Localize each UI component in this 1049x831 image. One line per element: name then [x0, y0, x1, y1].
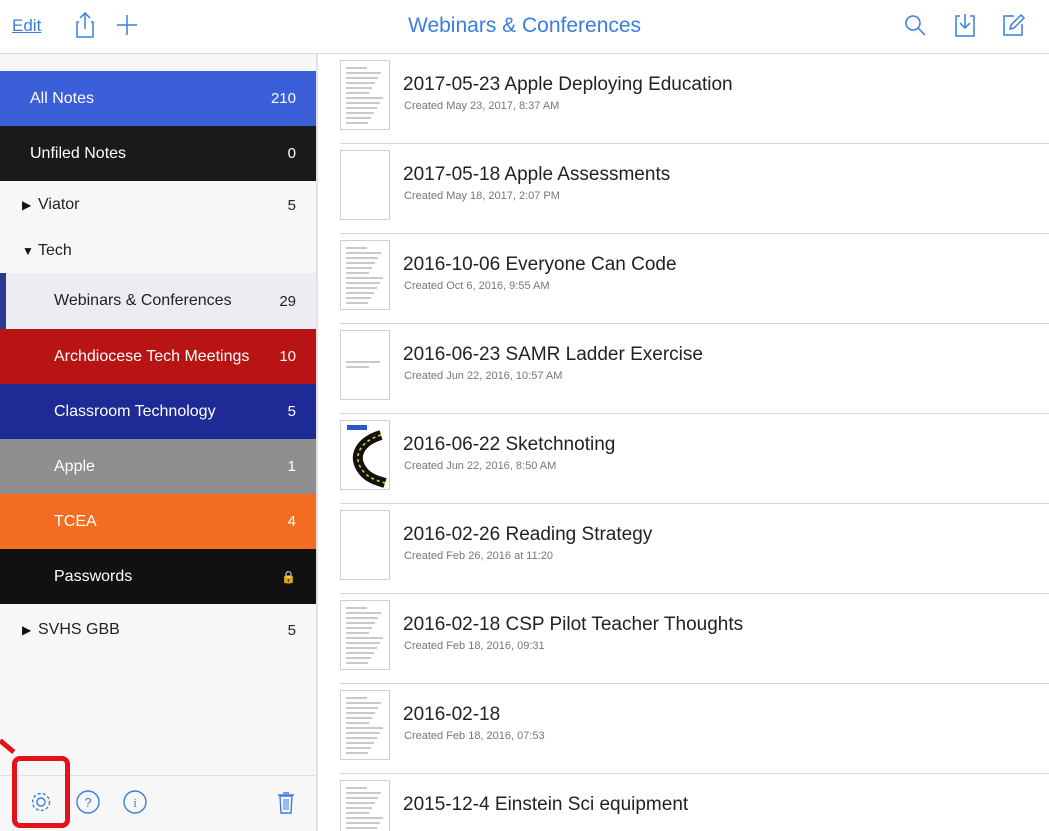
- sidebar-group-viator[interactable]: ▶ Viator 5: [0, 181, 316, 229]
- note-list-item[interactable]: 2017-05-23 Apple Deploying Education Crea…: [340, 54, 1049, 144]
- note-title: 2015-12-4 Einstein Sci equipment: [403, 794, 689, 815]
- note-thumbnail: [340, 420, 390, 490]
- sidebar-item-webinars-conferences[interactable]: Webinars & Conferences 29: [0, 273, 316, 329]
- note-thumbnail: [340, 600, 390, 670]
- disclosure-right-icon[interactable]: ▶: [22, 198, 38, 212]
- note-list-item[interactable]: 2016-06-22 Sketchnoting Created Jun 22, 2…: [340, 414, 1049, 504]
- note-title: 2017-05-23 Apple Deploying Education: [403, 74, 733, 95]
- info-icon[interactable]: i: [121, 788, 149, 816]
- note-thumbnail: [340, 330, 390, 400]
- sidebar-item-count: 4: [287, 513, 296, 530]
- sidebar-item-label: Viator: [38, 196, 80, 213]
- note-title: 2016-06-23 SAMR Ladder Exercise: [403, 344, 703, 365]
- sidebar-item-count: 5: [287, 621, 296, 639]
- sidebar-item-count: 210: [270, 90, 296, 107]
- note-list-item[interactable]: 2016-06-23 SAMR Ladder Exercise Created J…: [340, 324, 1049, 414]
- note-title: 2017-05-18 Apple Assessments: [403, 164, 671, 185]
- svg-text:?: ?: [84, 795, 91, 810]
- help-icon[interactable]: ?: [74, 788, 102, 816]
- top-toolbar: Edit Webinars & Conferences: [0, 0, 1049, 54]
- note-list: 2017-05-23 Apple Deploying Education Crea…: [320, 54, 1049, 831]
- sidebar-item-label: Apple: [54, 457, 95, 475]
- note-created-date: Created Jun 22, 2016, 8:50 AM: [404, 460, 557, 472]
- note-title: 2016-02-18: [403, 704, 501, 725]
- share-icon[interactable]: [70, 10, 100, 40]
- sidebar-item-count: 0: [287, 145, 296, 162]
- note-created-date: Created Oct 6, 2016, 9:55 AM: [404, 280, 550, 292]
- annotation-highlight-box: [12, 756, 70, 828]
- sidebar-item-label: Passwords: [54, 567, 133, 585]
- note-list-item[interactable]: 2016-02-26 Reading Strategy Created Feb 2…: [340, 504, 1049, 594]
- sidebar-item-count: 5: [287, 403, 296, 420]
- sidebar-item-label: Unfiled Notes: [30, 144, 127, 162]
- sidebar-item-unfiled-notes[interactable]: Unfiled Notes 0: [0, 126, 316, 181]
- note-thumbnail: [340, 510, 390, 580]
- sidebar-item-label: Webinars & Conferences: [54, 292, 232, 309]
- note-thumbnail: [340, 690, 390, 760]
- sidebar-item-tcea[interactable]: TCEA 4: [0, 494, 316, 549]
- lock-icon: 🔒: [281, 569, 296, 584]
- sidebar-item-label: All Notes: [30, 89, 95, 107]
- import-icon[interactable]: [950, 10, 980, 40]
- note-thumbnail: [340, 150, 390, 220]
- note-created-date: Created Feb 26, 2016 at 11:20: [404, 550, 554, 562]
- edit-button[interactable]: Edit: [12, 16, 41, 36]
- note-list-item[interactable]: 2017-05-18 Apple Assessments Created May …: [340, 144, 1049, 234]
- selection-indicator: [0, 273, 6, 329]
- page-title: Webinars & Conferences: [408, 14, 642, 37]
- note-created-date: Created Jun 22, 2016, 10:57 AM: [404, 370, 563, 382]
- note-thumbnail: [340, 60, 390, 130]
- sidebar-item-count: 29: [279, 292, 296, 310]
- disclosure-down-icon[interactable]: ▼: [22, 244, 38, 258]
- note-title: 2016-02-26 Reading Strategy: [403, 524, 653, 545]
- sidebar-item-label: Tech: [38, 242, 72, 259]
- note-created-date: Created May 18, 2017, 2:07 PM: [404, 190, 560, 202]
- sidebar-item-count: 5: [287, 196, 296, 214]
- svg-text:i: i: [133, 795, 137, 810]
- plus-icon[interactable]: [112, 10, 142, 40]
- sidebar-item-label: TCEA: [54, 512, 97, 530]
- note-title: 2016-10-06 Everyone Can Code: [403, 254, 677, 275]
- note-created-date: Created Feb 18, 2016, 07:53: [404, 730, 545, 742]
- note-created-date: Created May 23, 2017, 8:37 AM: [404, 100, 560, 112]
- sidebar-item-label: SVHS GBB: [38, 621, 120, 638]
- sidebar-group-tech[interactable]: ▼ Tech: [0, 229, 316, 273]
- note-thumbnail: [340, 240, 390, 310]
- note-list-item[interactable]: 2016-02-18 Created Feb 18, 2016, 07:53: [340, 684, 1049, 774]
- note-title: 2016-02-18 CSP Pilot Teacher Thoughts: [403, 614, 744, 635]
- sidebar-group-svhs-gbb[interactable]: ▶ SVHS GBB 5: [0, 604, 316, 656]
- sidebar-item-passwords[interactable]: Passwords 🔒: [0, 549, 316, 604]
- trash-icon[interactable]: [272, 788, 300, 816]
- note-list-item[interactable]: 2015-12-4 Einstein Sci equipment: [340, 774, 1049, 831]
- sidebar-item-count: 10: [279, 348, 296, 365]
- sidebar-spacer: [0, 54, 316, 71]
- sidebar-item-label: Archdiocese Tech Meetings: [54, 347, 250, 365]
- sidebar-item-count: 1: [287, 458, 296, 475]
- sidebar-item-all-notes[interactable]: All Notes 210: [0, 71, 316, 126]
- search-icon[interactable]: [900, 10, 930, 40]
- sidebar-item-label: Classroom Technology: [54, 402, 216, 420]
- note-list-item[interactable]: 2016-02-18 CSP Pilot Teacher Thoughts Cre…: [340, 594, 1049, 684]
- note-thumbnail: [340, 780, 390, 831]
- sidebar-item-apple[interactable]: Apple 1: [0, 439, 316, 494]
- compose-icon[interactable]: [998, 10, 1028, 40]
- sidebar: All Notes 210 Unfiled Notes 0 ▶ Viator 5 …: [0, 54, 318, 831]
- note-title: 2016-06-22 Sketchnoting: [403, 434, 616, 455]
- disclosure-right-icon[interactable]: ▶: [22, 623, 38, 637]
- sidebar-item-classroom-technology[interactable]: Classroom Technology 5: [0, 384, 316, 439]
- note-created-date: Created Feb 18, 2016, 09:31: [404, 640, 545, 652]
- sidebar-item-archdiocese-tech-meetings[interactable]: Archdiocese Tech Meetings 10: [0, 329, 316, 384]
- note-list-item[interactable]: 2016-10-06 Everyone Can Code Created Oct …: [340, 234, 1049, 324]
